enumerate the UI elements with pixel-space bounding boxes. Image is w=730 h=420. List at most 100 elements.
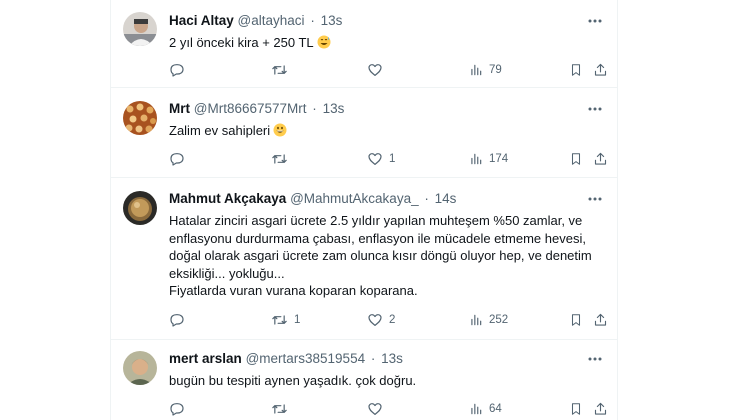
retweet-icon — [272, 154, 287, 164]
like-icon — [368, 314, 382, 326]
avatar[interactable] — [123, 12, 157, 46]
tweet-header: mert arslan @mertars38519554 · 13s — [169, 350, 605, 368]
share-icon — [594, 152, 607, 165]
view-count: 252 — [489, 314, 509, 326]
tweet-text-line: doğal olarak asgari ücrete zam olunca kı… — [169, 248, 592, 263]
tweet-mertarslan[interactable]: mert arslan @mertars38519554 · 13s bugün… — [111, 340, 617, 420]
reply-button[interactable] — [169, 60, 191, 80]
reply-icon — [170, 64, 184, 77]
like-count: 2 — [389, 314, 396, 326]
retweet-icon — [272, 315, 287, 325]
like-icon — [368, 403, 382, 415]
tweet-mahmutakcakaya[interactable]: Mahmut Akçakaya @MahmutAkcakaya_ · 14s H… — [111, 178, 617, 340]
bookmark-icon — [571, 153, 581, 165]
share-icon — [594, 402, 607, 415]
views-button[interactable]: 64 — [469, 399, 502, 419]
reply-button[interactable] — [169, 399, 191, 419]
action-bar: 79 — [169, 60, 608, 80]
user-handle[interactable]: @Mrt86667577Mrt — [194, 101, 307, 116]
tweet-text-line: bugün bu tespiti aynen yaşadık. çok doğr… — [169, 373, 417, 388]
like-count: 1 — [389, 153, 396, 165]
views-button[interactable]: 174 — [469, 149, 508, 169]
separator: · — [312, 101, 317, 116]
share-button[interactable] — [593, 60, 608, 80]
timestamp[interactable]: 13s — [323, 101, 345, 116]
more-icon[interactable] — [585, 100, 605, 118]
action-bar: 1 174 — [169, 149, 608, 169]
avatar[interactable] — [123, 191, 157, 225]
tweet-text-line: Zalim ev sahipleri — [169, 122, 605, 140]
bookmark-button[interactable] — [569, 310, 583, 330]
like-button[interactable] — [367, 399, 389, 419]
reply-button[interactable] — [169, 310, 191, 330]
action-bar: 1 2 252 — [169, 310, 608, 330]
more-icon[interactable] — [585, 350, 605, 368]
display-name[interactable]: Mahmut Akçakaya — [169, 191, 286, 206]
separator: · — [370, 351, 376, 366]
reply-icon — [170, 403, 184, 416]
tweet-text: Hatalar zinciri asgari ücrete 2.5 yıldır… — [169, 212, 605, 300]
view-count: 64 — [489, 403, 502, 415]
separator: · — [424, 191, 429, 206]
share-icon — [594, 313, 607, 326]
share-button[interactable] — [593, 149, 608, 169]
timestamp[interactable]: 13s — [381, 351, 403, 366]
retweet-count: 1 — [294, 314, 301, 326]
views-button[interactable]: 252 — [469, 310, 508, 330]
retweet-button[interactable]: 1 — [271, 310, 300, 330]
timestamp[interactable]: 14s — [435, 191, 457, 206]
action-bar: 64 — [169, 399, 608, 419]
retweet-button[interactable] — [271, 399, 294, 419]
tweet-header: Mrt @Mrt86667577Mrt · 13s — [169, 100, 605, 118]
like-icon — [368, 153, 382, 165]
avatar[interactable] — [123, 351, 157, 385]
bookmark-button[interactable] — [569, 60, 583, 80]
like-icon — [368, 64, 382, 76]
tweet-header: Mahmut Akçakaya @MahmutAkcakaya_ · 14s — [169, 190, 605, 208]
like-button[interactable]: 2 — [367, 310, 395, 330]
tweet-text-line: Hatalar zinciri asgari ücrete 2.5 yıldır… — [169, 213, 583, 228]
view-count: 79 — [489, 64, 502, 76]
user-handle[interactable]: @mertars38519554 — [246, 351, 366, 366]
share-button[interactable] — [593, 399, 608, 419]
tweet-text-line: enflasyonu durdurmama çabası, enflasyon … — [169, 230, 586, 246]
retweet-button[interactable] — [271, 149, 294, 169]
display-name[interactable]: Haci Altay — [169, 13, 234, 28]
tweet-header: Haci Altay @altayhaci · 13s — [169, 12, 605, 30]
view-count: 174 — [489, 153, 509, 165]
reply-icon — [170, 314, 184, 327]
tweet-mrt[interactable]: Mrt @Mrt86667577Mrt · 13s Zalim ev sahip… — [111, 88, 617, 178]
avatar[interactable] — [123, 101, 157, 135]
bookmark-button[interactable] — [569, 149, 583, 169]
views-button[interactable]: 79 — [469, 60, 502, 80]
display-name[interactable]: Mrt — [169, 101, 190, 116]
views-icon — [471, 153, 482, 165]
retweet-icon — [272, 404, 287, 414]
tweet-text-line: Fiyatlarda vuran vurana koparan koparana… — [169, 283, 418, 298]
bookmark-button[interactable] — [569, 399, 583, 419]
tweet-altayhaci[interactable]: Haci Altay @altayhaci · 13s 2 yıl önceki… — [111, 0, 617, 88]
bookmark-icon — [571, 403, 581, 415]
reply-button[interactable] — [169, 149, 191, 169]
views-icon — [471, 64, 482, 76]
timestamp[interactable]: 13s — [321, 13, 343, 28]
tweet-text-line: eksikliği... yokluğu... — [169, 265, 285, 281]
user-handle[interactable]: @MahmutAkcakaya_ — [290, 191, 419, 206]
tweet-text: 2 yıl önceki kira + 250 TL — [169, 34, 605, 52]
separator: · — [310, 13, 315, 28]
tweet-text: bugün bu tespiti aynen yaşadık. çok doğr… — [169, 372, 605, 390]
retweet-icon — [272, 65, 287, 75]
grin-emoji-icon — [273, 123, 287, 137]
share-icon — [594, 63, 607, 76]
more-icon[interactable] — [585, 12, 605, 30]
user-handle[interactable]: @altayhaci — [238, 13, 305, 28]
share-button[interactable] — [593, 310, 608, 330]
views-icon — [471, 314, 482, 326]
like-button[interactable]: 1 — [367, 149, 395, 169]
display-name[interactable]: mert arslan — [169, 351, 242, 366]
reply-icon — [170, 153, 184, 166]
like-button[interactable] — [367, 60, 389, 80]
reply-feed: Haci Altay @altayhaci · 13s 2 yıl önceki… — [110, 0, 618, 420]
more-icon[interactable] — [585, 190, 605, 208]
retweet-button[interactable] — [271, 60, 294, 80]
